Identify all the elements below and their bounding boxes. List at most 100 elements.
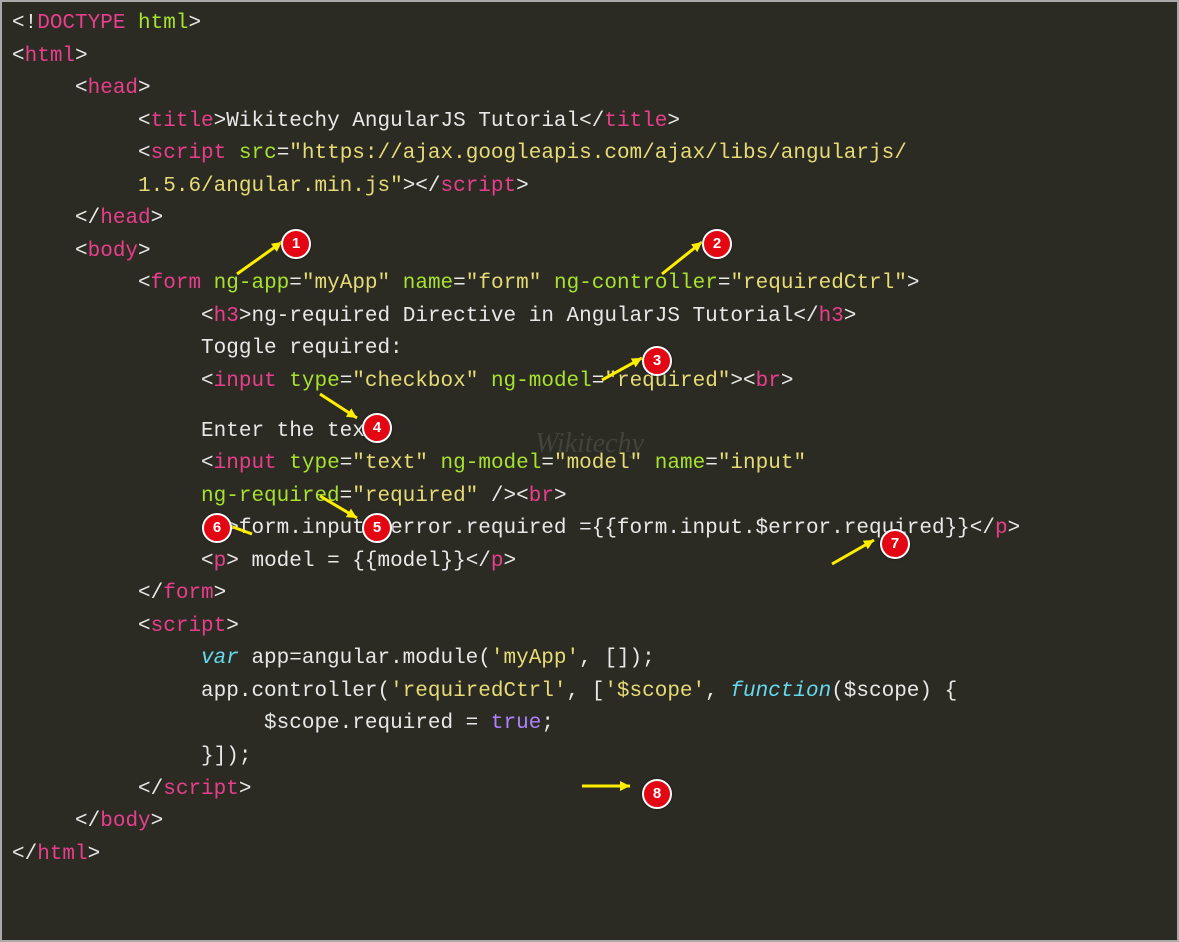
code-token: </ <box>75 207 100 230</box>
code-token: < <box>201 452 214 475</box>
code-token: "https://ajax.googleapis.com/ajax/libs/a… <box>289 142 907 165</box>
code-token: true <box>491 712 541 735</box>
code-line: </head> <box>12 203 1167 236</box>
code-token: </ <box>579 110 604 133</box>
code-token <box>277 370 290 393</box>
code-token: "required" <box>604 370 730 393</box>
code-token: = <box>340 452 353 475</box>
code-token: = <box>718 272 731 295</box>
code-line: <body> <box>12 236 1167 269</box>
code-token: name <box>403 272 453 295</box>
code-token: < <box>12 45 25 68</box>
code-token: p <box>491 550 504 573</box>
code-token: </ <box>970 517 995 540</box>
code-line: <script> <box>12 611 1167 644</box>
code-line: <input type="text" ng-model="model" name… <box>12 448 1167 481</box>
code-token: br <box>529 485 554 508</box>
code-token: body <box>88 240 138 263</box>
code-token: html <box>37 843 87 866</box>
code-token: var <box>201 647 239 670</box>
code-token: $scope.required = <box>264 712 491 735</box>
code-token: > <box>844 305 857 328</box>
code-token: > <box>516 175 529 198</box>
code-token: > <box>239 305 252 328</box>
code-line: 1.5.6/angular.min.js"></script> <box>12 171 1167 204</box>
code-token: title <box>151 110 214 133</box>
code-token: ng-controller <box>554 272 718 295</box>
code-token: "text" <box>352 452 428 475</box>
code-token: type <box>289 452 339 475</box>
code-token: > <box>188 12 201 35</box>
code-token: , []); <box>579 647 655 670</box>
code-token: html <box>138 12 188 35</box>
code-token: p <box>995 517 1008 540</box>
code-token: "input" <box>718 452 806 475</box>
code-token: < <box>201 305 214 328</box>
code-token: ng-model <box>491 370 592 393</box>
code-token: > <box>226 615 239 638</box>
code-token: > <box>214 110 227 133</box>
code-line: <title>Wikitechy AngularJS Tutorial</tit… <box>12 106 1167 139</box>
code-token: > <box>138 240 151 263</box>
code-line: <script src="https://ajax.googleapis.com… <box>12 138 1167 171</box>
code-line: <head> <box>12 73 1167 106</box>
code-block: <!DOCTYPE html><html> <head> <title>Wiki… <box>2 2 1177 877</box>
annotation-badge-8: 8 <box>642 779 672 809</box>
code-token: DOCTYPE <box>37 12 125 35</box>
code-token: , <box>705 680 730 703</box>
code-line: </form> <box>12 578 1167 611</box>
code-token: > <box>75 45 88 68</box>
code-line: Toggle required: <box>12 333 1167 366</box>
code-token: > <box>781 370 794 393</box>
code-line: </script> <box>12 774 1167 807</box>
code-line: ng-required="required" /><br> <box>12 481 1167 514</box>
code-token: Toggle required: <box>201 337 403 360</box>
code-line: <form ng-app="myApp" name="form" ng-cont… <box>12 268 1167 301</box>
code-token: h3 <box>214 305 239 328</box>
code-token: > <box>151 207 164 230</box>
code-token: < <box>138 110 151 133</box>
code-token: ; <box>541 712 554 735</box>
code-token <box>428 452 441 475</box>
code-token: ng-model <box>441 452 542 475</box>
code-token: < <box>138 142 151 165</box>
annotation-badge-4: 4 <box>362 413 392 443</box>
code-token: ($scope) { <box>831 680 957 703</box>
code-token: ng-required <box>201 485 340 508</box>
annotation-badge-2: 2 <box>702 229 732 259</box>
code-token: "required" <box>352 485 478 508</box>
code-token: "requiredCtrl" <box>730 272 906 295</box>
code-token <box>125 12 138 35</box>
code-token: < <box>75 77 88 100</box>
code-token: 'myApp' <box>491 647 579 670</box>
code-token: function <box>730 680 831 703</box>
code-token: = <box>289 272 302 295</box>
code-token: 1.5.6/angular.min.js" <box>138 175 403 198</box>
code-token: ng-app <box>214 272 290 295</box>
code-token <box>541 272 554 295</box>
code-token: > <box>88 843 101 866</box>
code-line: <p> model = {{model}}</p> <box>12 546 1167 579</box>
code-token <box>478 370 491 393</box>
code-token: html <box>25 45 75 68</box>
code-token: </ <box>466 550 491 573</box>
code-token: "checkbox" <box>352 370 478 393</box>
code-token: script <box>163 778 239 801</box>
code-token: < <box>75 240 88 263</box>
code-token: title <box>604 110 667 133</box>
code-token: "myApp" <box>302 272 390 295</box>
code-token: = <box>340 370 353 393</box>
annotation-badge-6: 6 <box>202 513 232 543</box>
code-token: body <box>100 810 150 833</box>
code-token: , [ <box>567 680 605 703</box>
code-token: name <box>655 452 705 475</box>
code-token: input <box>214 452 277 475</box>
code-token <box>226 142 239 165</box>
code-token: />< <box>491 485 529 508</box>
code-line: <html> <box>12 41 1167 74</box>
annotation-badge-1: 1 <box>281 229 311 259</box>
code-token: form <box>163 582 213 605</box>
annotation-badge-7: 7 <box>880 529 910 559</box>
code-token: p <box>214 550 227 573</box>
code-line: <h3>ng-required Directive in AngularJS T… <box>12 301 1167 334</box>
